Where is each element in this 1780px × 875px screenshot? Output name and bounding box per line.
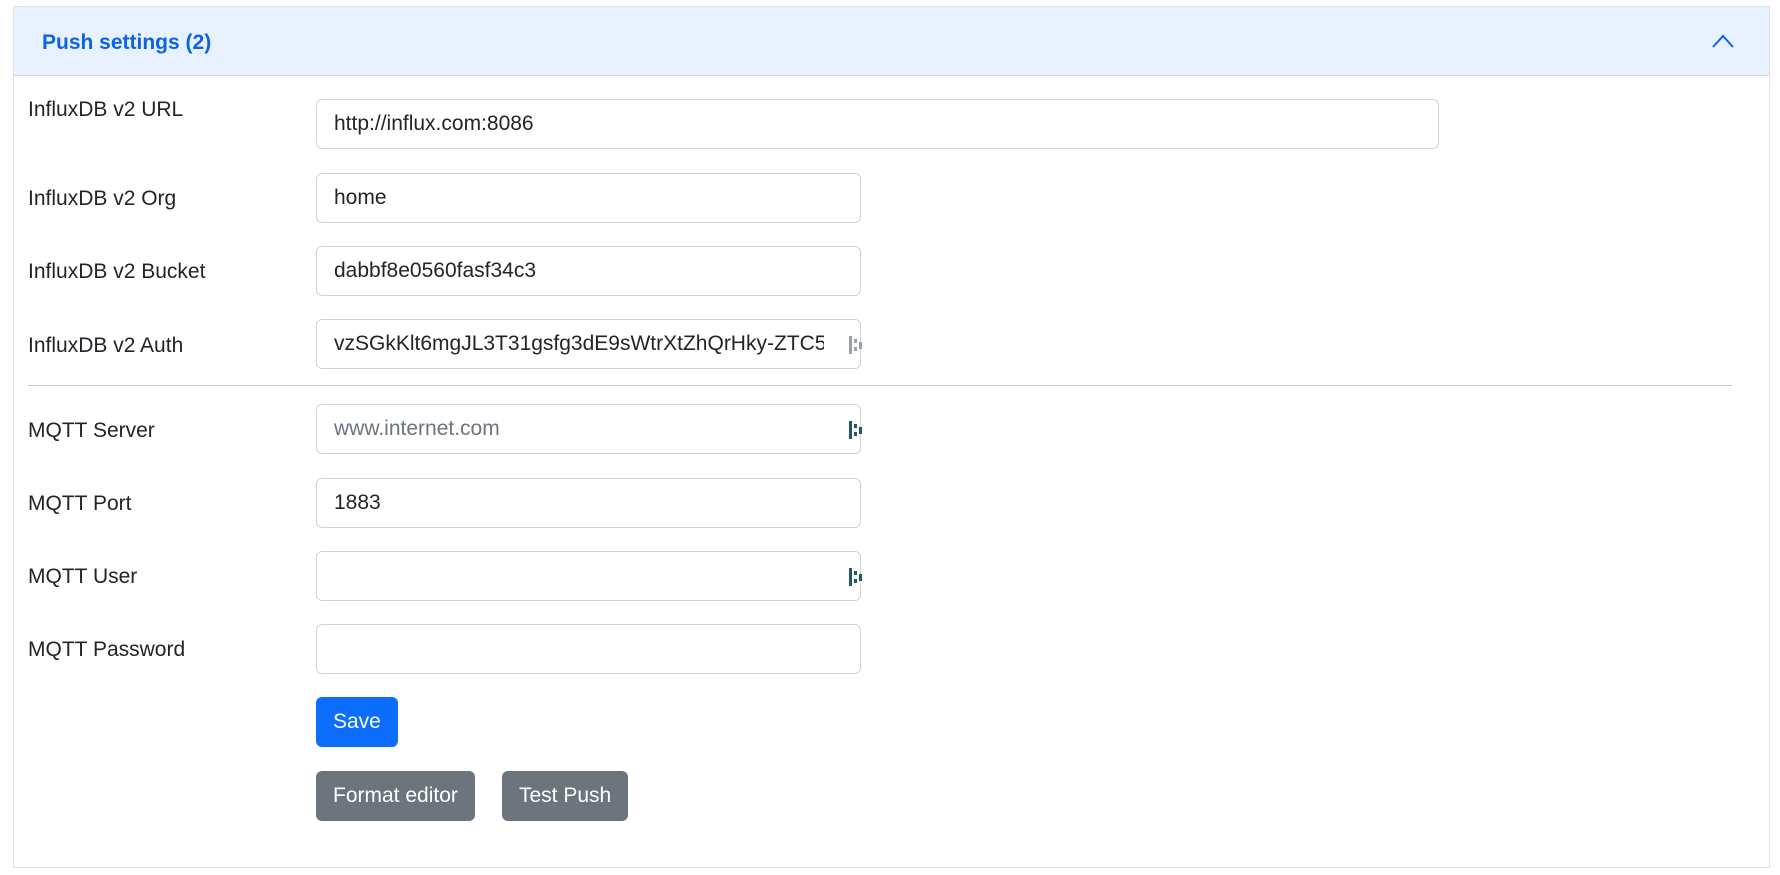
mqtt-user-input[interactable] [316, 551, 861, 601]
password-manager-icon[interactable] [848, 334, 864, 356]
mqtt-port-input[interactable] [316, 478, 861, 528]
password-manager-icon[interactable] [848, 419, 864, 441]
chevron-up-icon[interactable] [1711, 33, 1735, 49]
mqtt-user-label: MQTT User [28, 565, 138, 588]
mqtt-port-label: MQTT Port [28, 492, 132, 515]
influx-auth-input[interactable] [316, 319, 861, 369]
influx-url-label: InfluxDB v2 URL [28, 98, 184, 121]
accordion-header-push-settings[interactable]: Push settings (2) [14, 7, 1769, 76]
influx-org-input[interactable] [316, 173, 861, 223]
influx-bucket-label: InfluxDB v2 Bucket [28, 260, 206, 283]
mqtt-password-input[interactable] [316, 624, 861, 674]
influx-url-input[interactable] [316, 99, 1439, 149]
format-editor-button[interactable]: Format editor [316, 771, 475, 821]
test-push-button[interactable]: Test Push [502, 771, 629, 821]
influx-org-label: InfluxDB v2 Org [28, 187, 177, 210]
mqtt-server-label: MQTT Server [28, 419, 155, 442]
influx-auth-label: InfluxDB v2 Auth [28, 334, 184, 357]
section-divider [28, 385, 1732, 386]
accordion-title: Push settings (2) [42, 31, 212, 54]
influx-bucket-input[interactable] [316, 246, 861, 296]
mqtt-server-input[interactable] [316, 404, 861, 454]
mqtt-password-label: MQTT Password [28, 638, 186, 661]
save-button[interactable]: Save [316, 697, 398, 747]
password-manager-icon[interactable] [848, 566, 864, 588]
